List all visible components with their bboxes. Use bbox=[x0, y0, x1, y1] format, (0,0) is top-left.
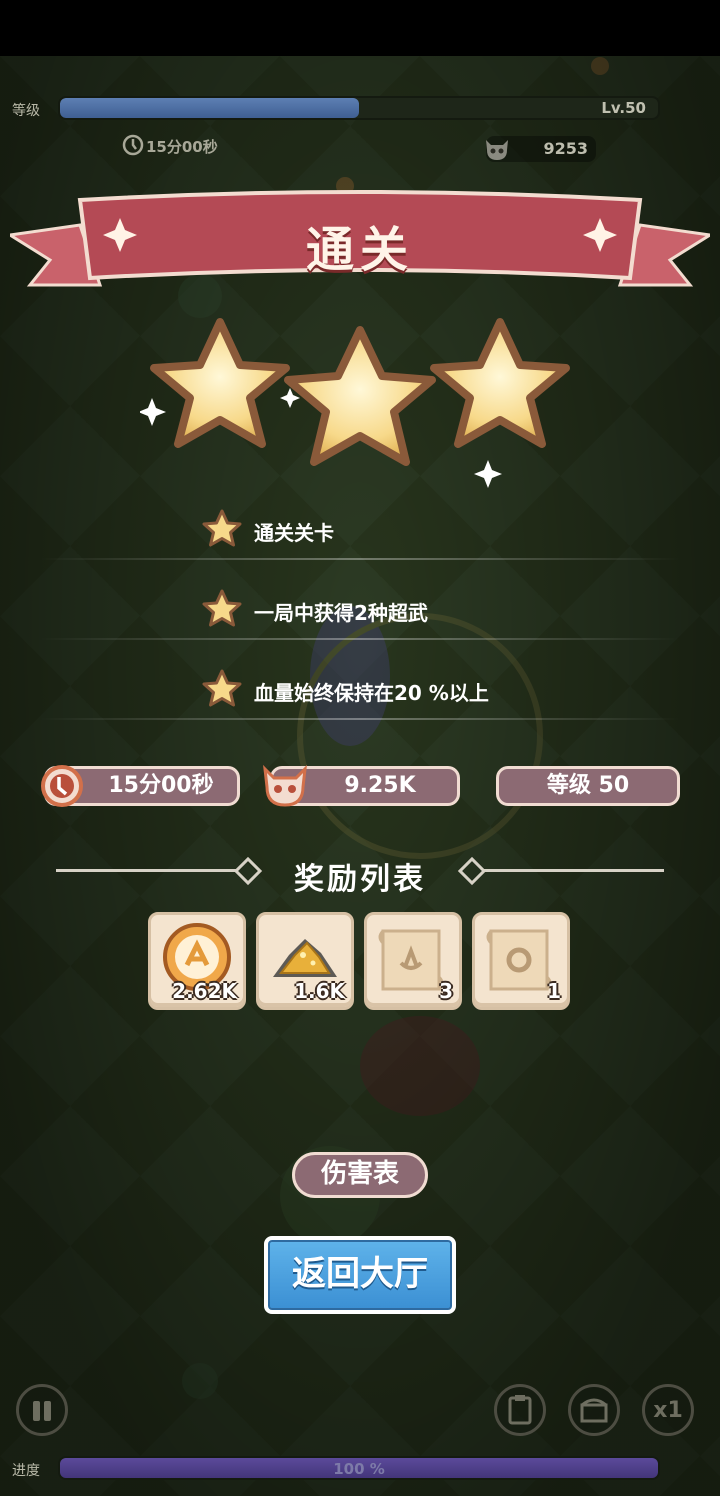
clear-banner: 通关 bbox=[5, 190, 715, 300]
reward-qty: 2.62K bbox=[172, 979, 237, 1003]
objective-star-icon bbox=[202, 509, 242, 547]
divider bbox=[40, 558, 680, 560]
reward-item[interactable]: 2.62K bbox=[148, 912, 246, 1010]
reward-qty: 1.6K bbox=[294, 979, 345, 1003]
divider bbox=[40, 638, 680, 640]
stat-kills: 9.25K bbox=[344, 773, 416, 798]
objective-star-icon bbox=[202, 589, 242, 627]
stat-time-pill: 15分00秒 bbox=[41, 765, 240, 807]
clock-icon bbox=[41, 765, 83, 807]
objective-text: 一局中获得2种超武 bbox=[254, 601, 428, 625]
star-3-icon bbox=[430, 318, 570, 448]
stat-level: 等级 50 bbox=[546, 773, 630, 798]
objective-text: 血量始终保持在20 %以上 bbox=[254, 681, 489, 705]
clear-title: 通关 bbox=[305, 222, 414, 278]
objective-text: 通关关卡 bbox=[254, 521, 334, 545]
stat-time: 15分00秒 bbox=[108, 773, 214, 798]
stat-kills-pill: 9.25K bbox=[263, 764, 460, 807]
star-2-icon bbox=[284, 326, 436, 466]
objective-row: 通关关卡 bbox=[40, 500, 680, 560]
reward-qty: 1 bbox=[547, 979, 561, 1003]
stat-level-pill: 等级 50 bbox=[496, 766, 680, 806]
star-1-icon bbox=[150, 318, 290, 448]
reward-item[interactable]: 1 bbox=[472, 912, 570, 1010]
return-lobby-button[interactable]: 返回大厅 bbox=[264, 1236, 456, 1314]
objective-row: 血量始终保持在20 %以上 bbox=[40, 660, 680, 720]
divider bbox=[40, 718, 680, 720]
reward-item[interactable]: 1.6K bbox=[256, 912, 354, 1010]
star-rating bbox=[140, 318, 570, 488]
objective-row: 一局中获得2种超武 bbox=[40, 580, 680, 640]
reward-list-title: 奖励列表 bbox=[294, 862, 426, 897]
divider bbox=[484, 869, 664, 872]
demon-skull-icon bbox=[263, 764, 307, 807]
reward-item[interactable]: 3 bbox=[364, 912, 462, 1010]
damage-table-button[interactable]: 伤害表 bbox=[292, 1152, 428, 1198]
reward-list-header: 奖励列表 bbox=[56, 846, 664, 897]
result-panel: 通关 通关关卡 一局中获得2种超武 血量始终保持在20 %以上 15分00秒 9… bbox=[0, 0, 720, 1496]
reward-qty: 3 bbox=[439, 979, 453, 1003]
objective-star-icon bbox=[202, 669, 242, 707]
